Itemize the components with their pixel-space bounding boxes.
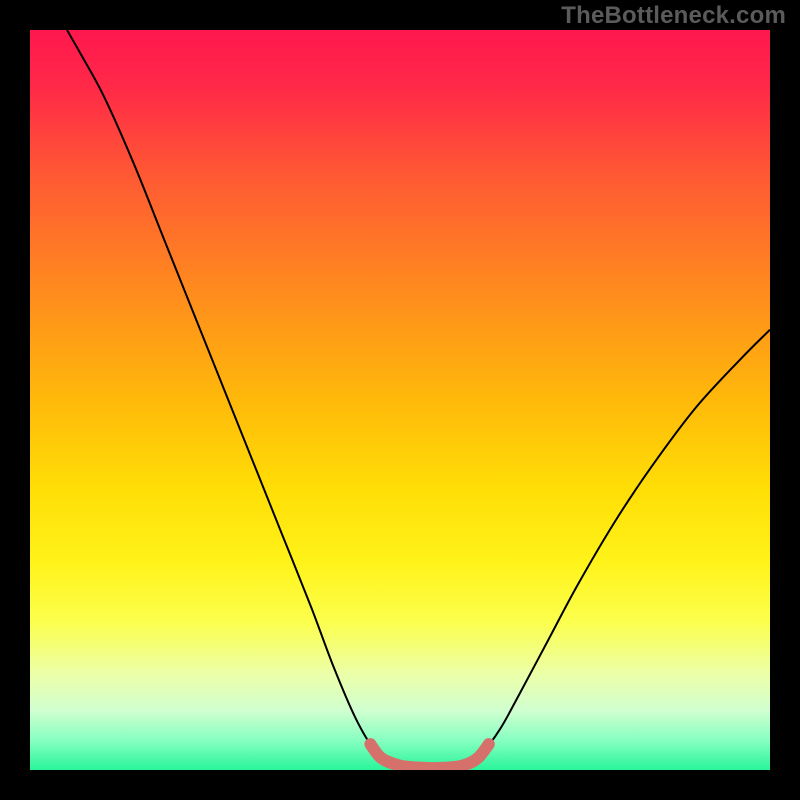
gradient-background: [30, 30, 770, 770]
bottleneck-chart: [30, 30, 770, 770]
watermark-text: TheBottleneck.com: [561, 2, 786, 30]
chart-frame: TheBottleneck.com: [0, 0, 800, 800]
plot-area: [30, 30, 770, 770]
